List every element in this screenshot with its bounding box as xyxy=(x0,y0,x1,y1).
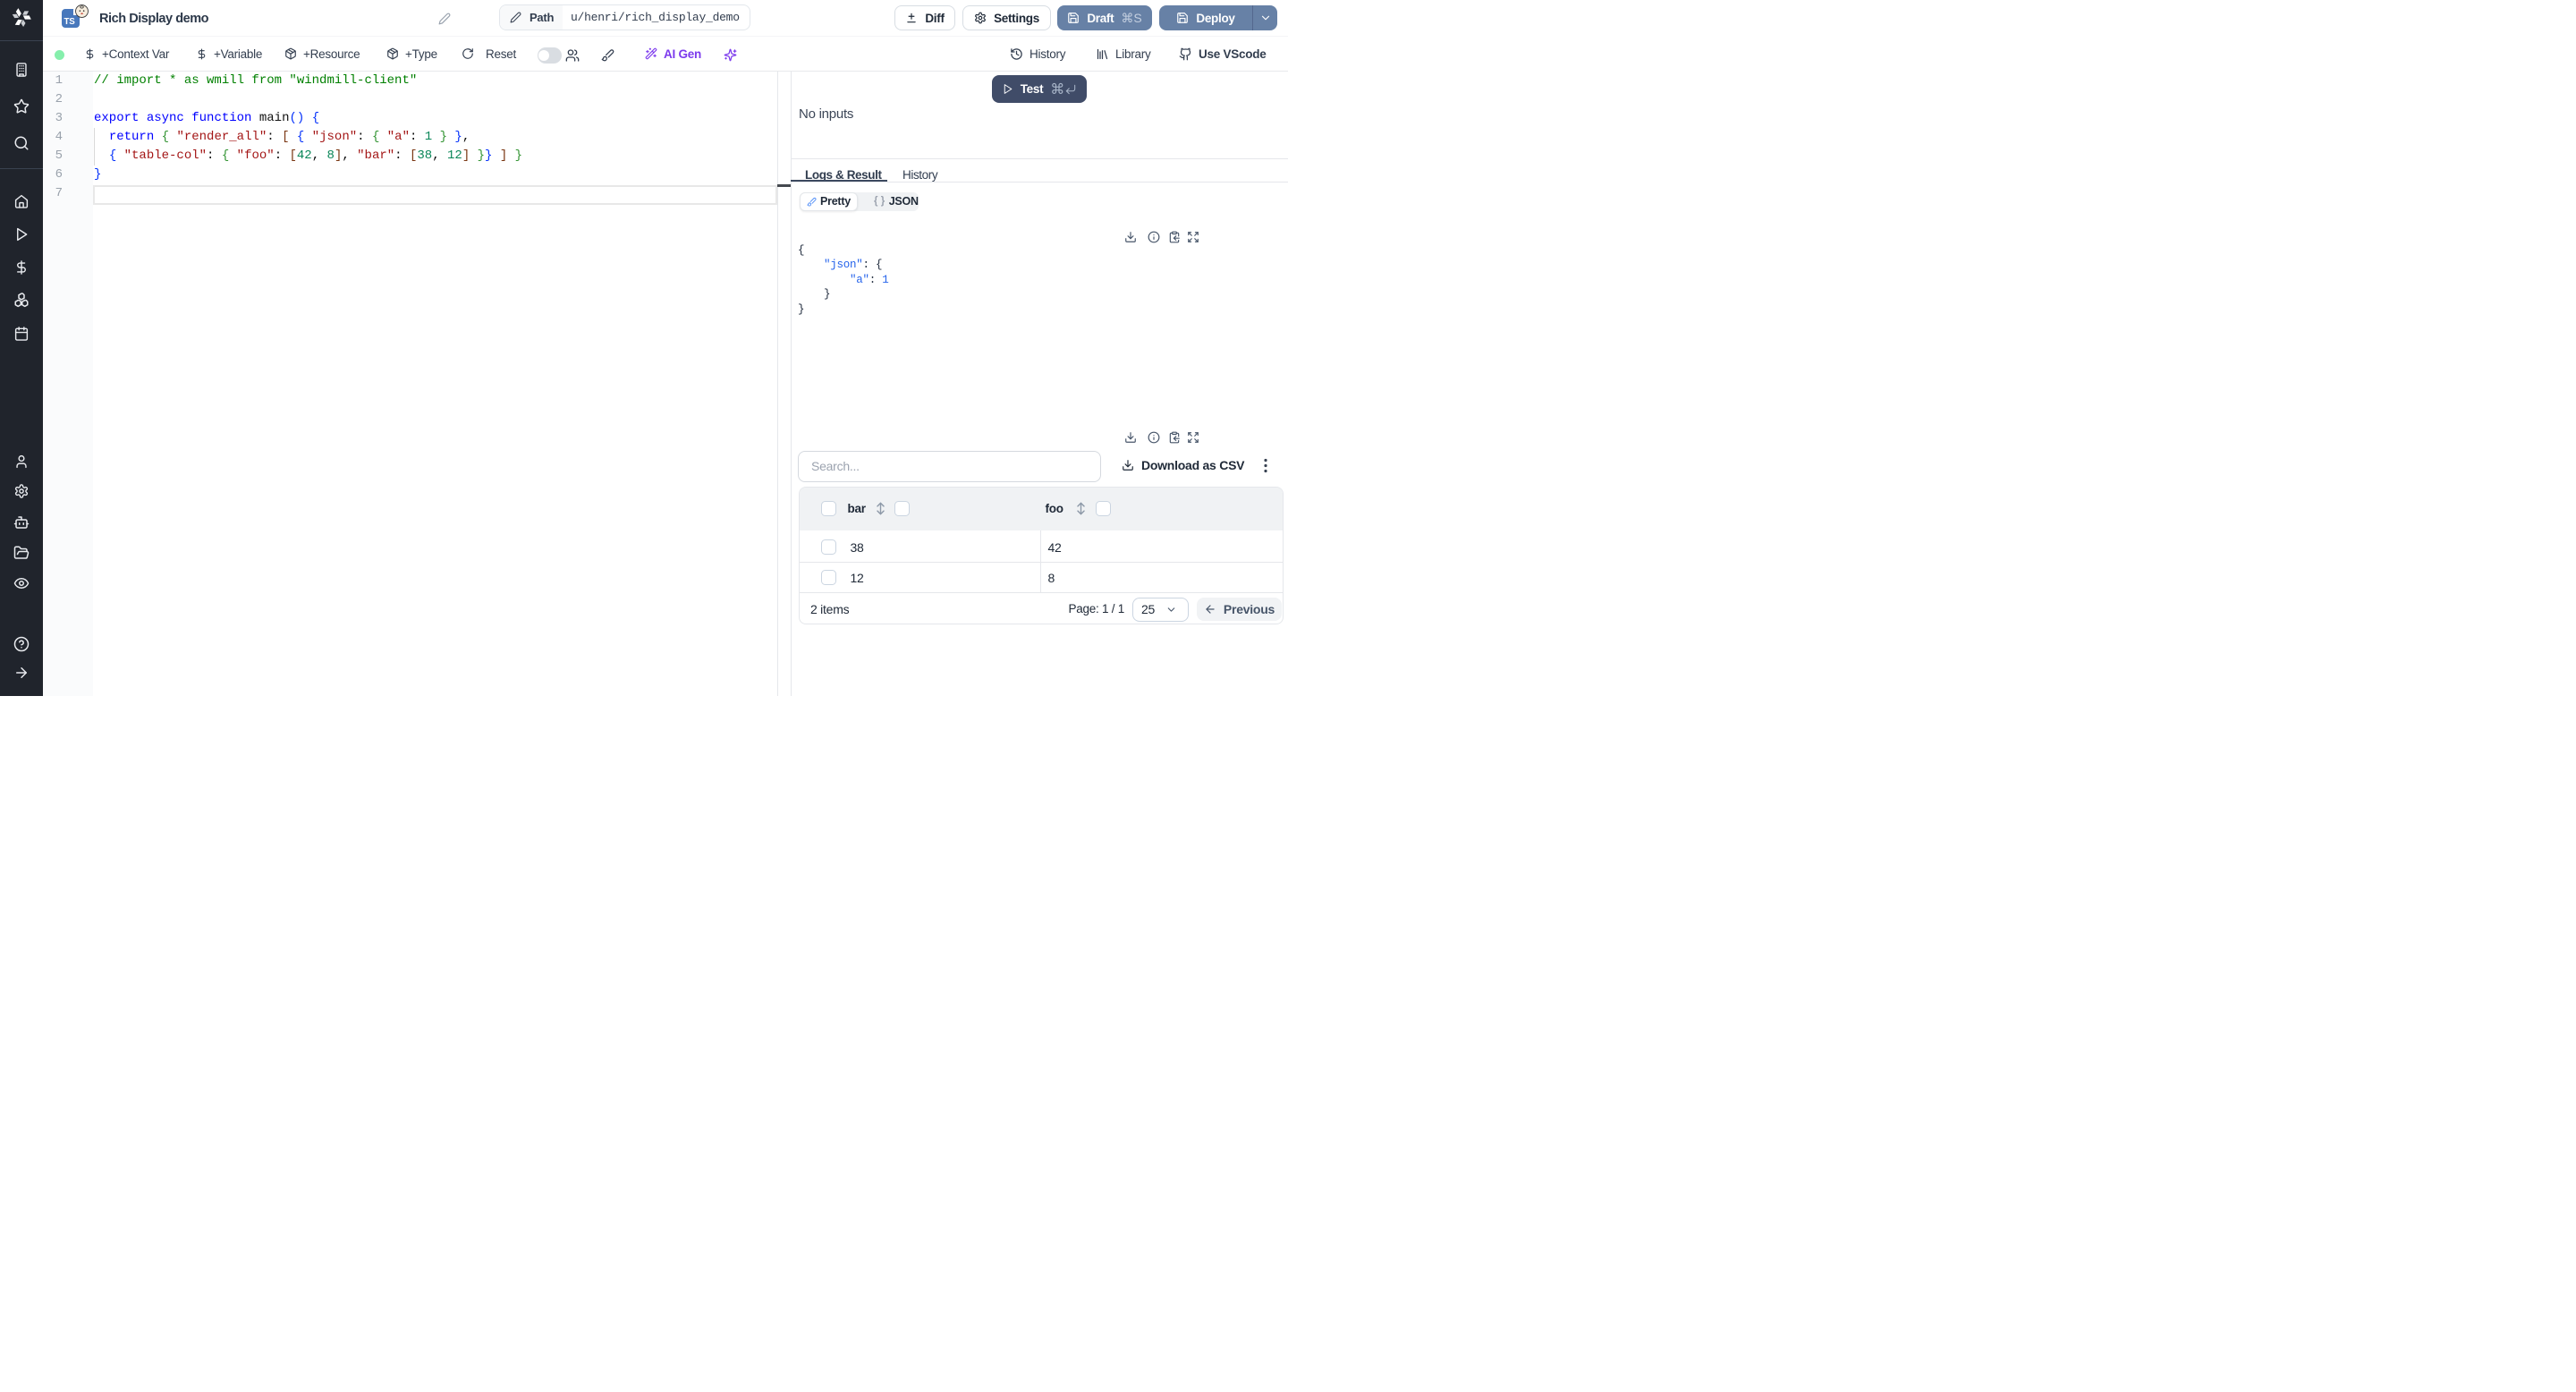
svg-text:TS: TS xyxy=(64,17,76,27)
